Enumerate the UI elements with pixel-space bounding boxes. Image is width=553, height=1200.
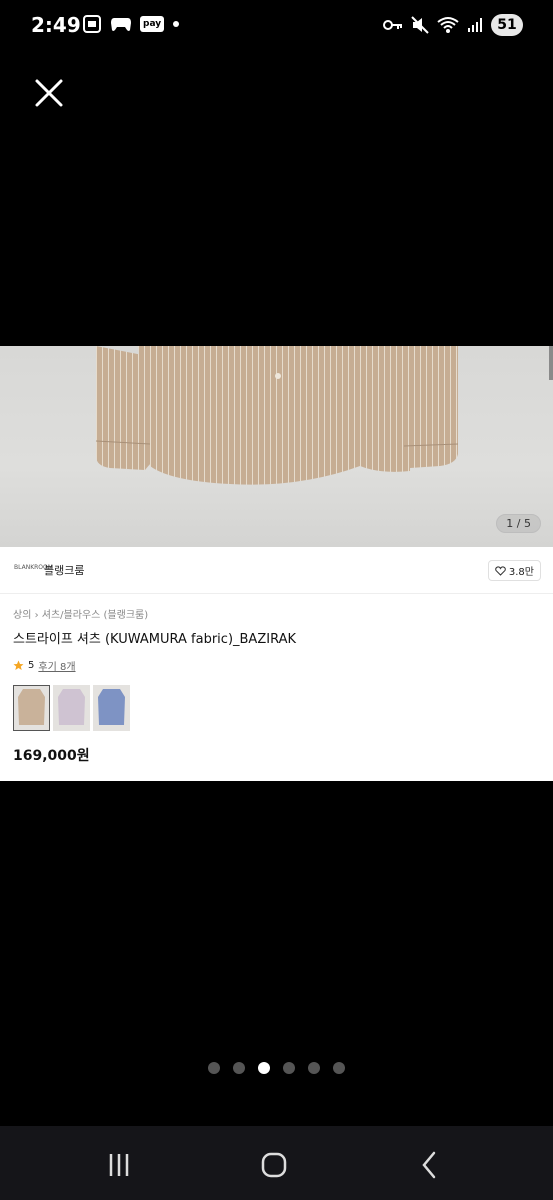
scrollbar[interactable] xyxy=(549,346,553,380)
price: 169,000원 xyxy=(13,748,90,764)
product-photo[interactable]: 1 / 5 xyxy=(0,346,553,547)
rating-value: 5 xyxy=(28,660,35,671)
signal-icon xyxy=(468,18,482,32)
star-icon xyxy=(13,660,24,670)
shirt-thumbnail xyxy=(18,689,45,725)
navigation-bar xyxy=(0,1126,553,1200)
home-icon[interactable] xyxy=(259,1150,289,1180)
color-option-lavender[interactable] xyxy=(53,685,90,731)
key-icon xyxy=(383,20,402,30)
breadcrumb: 상의 › 셔츠/블라우스 (블랭크룸) xyxy=(13,606,148,621)
game-controller-icon xyxy=(111,18,131,31)
product-title: 스트라이프 셔츠 (KUWAMURA fabric)_BAZIRAK xyxy=(13,632,296,647)
page-dot[interactable] xyxy=(208,1062,220,1074)
review-link[interactable]: 후기 8개 xyxy=(38,658,75,673)
status-left-icons: pay xyxy=(82,14,180,34)
page-dot[interactable] xyxy=(333,1062,345,1074)
notification-dot-icon xyxy=(173,21,180,27)
rating-row: 5 후기 8개 xyxy=(13,658,76,673)
page-indicator xyxy=(0,1062,553,1074)
page-dot[interactable] xyxy=(308,1062,320,1074)
status-bar: 2:49 pay 51 xyxy=(0,0,553,52)
recent-apps-icon[interactable] xyxy=(104,1150,134,1180)
battery-icon: 51 xyxy=(491,14,523,36)
status-time: 2:49 xyxy=(31,13,81,37)
chevron-right-icon: › xyxy=(34,610,42,621)
wifi-icon xyxy=(437,17,459,33)
close-icon[interactable] xyxy=(32,76,66,110)
back-icon[interactable] xyxy=(415,1150,445,1180)
heart-icon xyxy=(495,565,506,576)
color-options xyxy=(13,685,130,731)
page-dot-active[interactable] xyxy=(258,1062,270,1074)
shirt-thumbnail xyxy=(58,689,85,725)
like-button[interactable]: 3.8만 xyxy=(487,560,541,581)
shop-row[interactable]: BLANKROOM 블랭크룸 3.8만 xyxy=(0,547,553,594)
status-right-icons: 51 xyxy=(383,14,523,36)
shop-name[interactable]: 블랭크룸 xyxy=(44,562,84,578)
breadcrumb-item[interactable]: 상의 xyxy=(13,610,31,621)
like-count: 3.8만 xyxy=(508,567,534,578)
pay-icon: pay xyxy=(140,16,165,32)
color-option-blue[interactable] xyxy=(93,685,130,731)
shirt-thumbnail xyxy=(98,689,125,725)
color-option-beige[interactable] xyxy=(13,685,50,731)
page-dot[interactable] xyxy=(233,1062,245,1074)
breadcrumb-item[interactable]: 셔츠/블라우스 (블랭크룸) xyxy=(42,610,148,621)
page-dot[interactable] xyxy=(283,1062,295,1074)
image-counter[interactable]: 1 / 5 xyxy=(496,514,541,533)
screenshot-icon xyxy=(83,15,101,33)
mute-icon xyxy=(411,16,429,34)
product-card: 1 / 5 BLANKROOM 블랭크룸 3.8만 상의 › 셔츠/블라우스 (… xyxy=(0,346,553,781)
shirt-image xyxy=(95,346,459,485)
